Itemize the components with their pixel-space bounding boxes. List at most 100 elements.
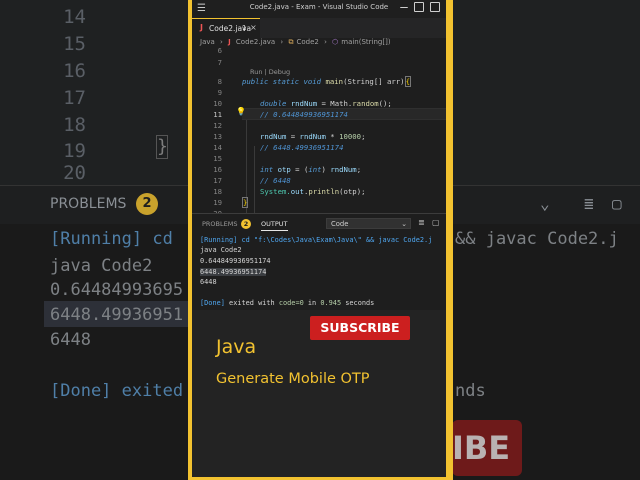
method-icon: ⬡ — [332, 38, 339, 46]
bg-terminal-line: [Running] cd — [50, 229, 173, 249]
bg-line-number: 16 — [63, 60, 86, 82]
output-line: java Code2 — [200, 246, 242, 254]
breadcrumb-folder[interactable]: Java — [200, 38, 215, 46]
promo-subtitle: Generate Mobile OTP — [216, 371, 370, 387]
bg-line-number: 18 — [63, 114, 86, 136]
output-channel-select[interactable]: Code ⌄ — [326, 218, 411, 229]
bottom-panel: PROBLEMS 2 OUTPUT Code ⌄ ≣ ▢ [Running] cd… — [192, 213, 446, 310]
line-number: 19 — [213, 198, 222, 207]
restore-icon[interactable] — [430, 2, 440, 12]
params: (String[] arr) — [343, 77, 405, 86]
output-text: exited with — [224, 299, 279, 307]
line-number: 18 — [213, 187, 222, 196]
output-text: seconds — [341, 299, 375, 307]
tab-problems[interactable]: PROBLEMS — [202, 220, 237, 228]
variable: rndNum — [290, 99, 318, 108]
variable: rndNum — [299, 132, 326, 141]
subscribe-button[interactable]: SUBSCRIBE — [310, 316, 410, 340]
code-text: * — [325, 132, 340, 141]
lock-icon[interactable]: ▢ — [432, 218, 440, 227]
bg-terminal-line: [Done] exited — [50, 381, 184, 401]
minimize-icon[interactable] — [400, 2, 408, 8]
bg-line-number: 19 — [63, 140, 86, 162]
code-text: (otp); — [339, 187, 366, 196]
bracket: } — [242, 197, 249, 208]
promo-card: SUBSCRIBE Java Generate Mobile OTP — [192, 310, 446, 477]
lightbulb-icon[interactable]: 💡 — [236, 107, 246, 116]
breadcrumb-class[interactable]: Code2 — [296, 38, 318, 46]
bg-line-number: 15 — [63, 33, 86, 55]
class-name: System. — [260, 187, 291, 196]
line-number: 13 — [213, 132, 222, 141]
maximize-icon[interactable] — [414, 2, 424, 12]
line-number: 6 — [217, 46, 222, 55]
java-file-icon: J — [228, 38, 231, 46]
method-name: random — [352, 99, 379, 108]
breadcrumb-separator: › — [324, 38, 327, 46]
bg-terminal-right: && javac Code2.j — [455, 229, 619, 249]
elapsed-time: 0.945 — [320, 299, 342, 307]
vscode-window: ☰ Code2.java - Exam - Visual Studio Code… — [192, 0, 446, 310]
tab-bar: J Code2.java 1 × — [192, 18, 446, 39]
codelens-run-debug[interactable]: Run | Debug — [250, 68, 290, 76]
breadcrumb-method[interactable]: main(String[]) — [341, 38, 390, 46]
breadcrumb: Java › J Code2.java › ⧉ Code2 › ⬡ main(Str… — [200, 38, 394, 50]
list-filter-icon[interactable]: ≣ — [418, 218, 425, 227]
java-file-icon: J — [200, 23, 203, 32]
done-tag: [Done] — [200, 299, 225, 307]
class-icon: ⧉ — [288, 38, 294, 46]
bg-terminal-right: nds — [455, 381, 486, 401]
list-icon: ≣ — [584, 194, 594, 213]
output-line: 0.644849936951174 — [200, 257, 271, 265]
variable: rndNum — [260, 132, 287, 141]
chevron-down-icon: ⌄ — [401, 220, 407, 228]
code-line-otp: int otp = (int) rndNum; — [260, 165, 361, 174]
code-text: ; — [356, 165, 362, 174]
line-number: 10 — [213, 99, 222, 108]
number-literal: 10000 — [339, 132, 362, 141]
bg-line-number: 14 — [63, 6, 86, 28]
title-bar: ☰ Code2.java - Exam - Visual Studio Code — [192, 0, 446, 19]
line-number: 14 — [213, 143, 222, 152]
variable: otp — [277, 165, 291, 174]
bg-problems-count: 2 — [136, 193, 158, 215]
lock-icon: ▢ — [612, 194, 622, 213]
tab-problem-count: 1 — [242, 24, 247, 32]
keyword: double — [260, 99, 291, 108]
code-text: = — [286, 132, 300, 141]
variable: rndNum — [330, 165, 357, 174]
keyword: int — [260, 165, 278, 174]
close-icon[interactable]: × — [250, 23, 257, 32]
breadcrumb-file[interactable]: Code2.java — [236, 38, 275, 46]
background-line-numbers: 14 15 16 17 18 19 20 — [0, 0, 90, 185]
code-editor[interactable]: 💡 6 7 Run | Debug 8 9 10 11 12 13 14 15 … — [192, 46, 446, 250]
line-number: 8 — [217, 77, 222, 86]
bg-terminal-line: 0.64484993695 — [50, 280, 184, 300]
code-comment: // 6448.49936951174 — [260, 143, 344, 152]
promo-title: Java — [216, 336, 257, 358]
window-controls — [400, 2, 440, 12]
line-number: 15 — [213, 154, 222, 163]
code-line-multiply: rndNum = rndNum * 10000; — [260, 132, 365, 141]
bg-terminal-line: 6448.49936951 — [50, 305, 184, 325]
line-number: 11 — [213, 110, 222, 119]
bg-subscribe-partial: IBE — [452, 420, 522, 476]
chevron-down-icon: ⌄ — [540, 194, 550, 213]
bg-line-number: 20 — [63, 162, 86, 184]
tab-code2-java[interactable]: J Code2.java 1 × — [192, 18, 260, 39]
bg-terminal-line: 6448 — [50, 330, 91, 350]
code-closing-brace: } — [242, 197, 249, 208]
method-name: println — [308, 187, 340, 196]
output-text: in — [303, 299, 321, 307]
code-line-println: System.out.println(otp); — [260, 187, 365, 196]
code-text: = ( — [290, 165, 309, 174]
bg-problems-label: PROBLEMS — [50, 196, 127, 212]
exit-code: code=0 — [278, 299, 304, 307]
keyword: int — [308, 165, 322, 174]
code-text: ) — [321, 165, 331, 174]
output-channel-value: Code — [331, 220, 349, 228]
tab-output[interactable]: OUTPUT — [261, 220, 288, 231]
bg-terminal-line: java Code2 — [50, 256, 153, 276]
code-line-random: double rndNum = Math.random(); — [260, 99, 392, 108]
breadcrumb-separator: › — [220, 38, 223, 46]
